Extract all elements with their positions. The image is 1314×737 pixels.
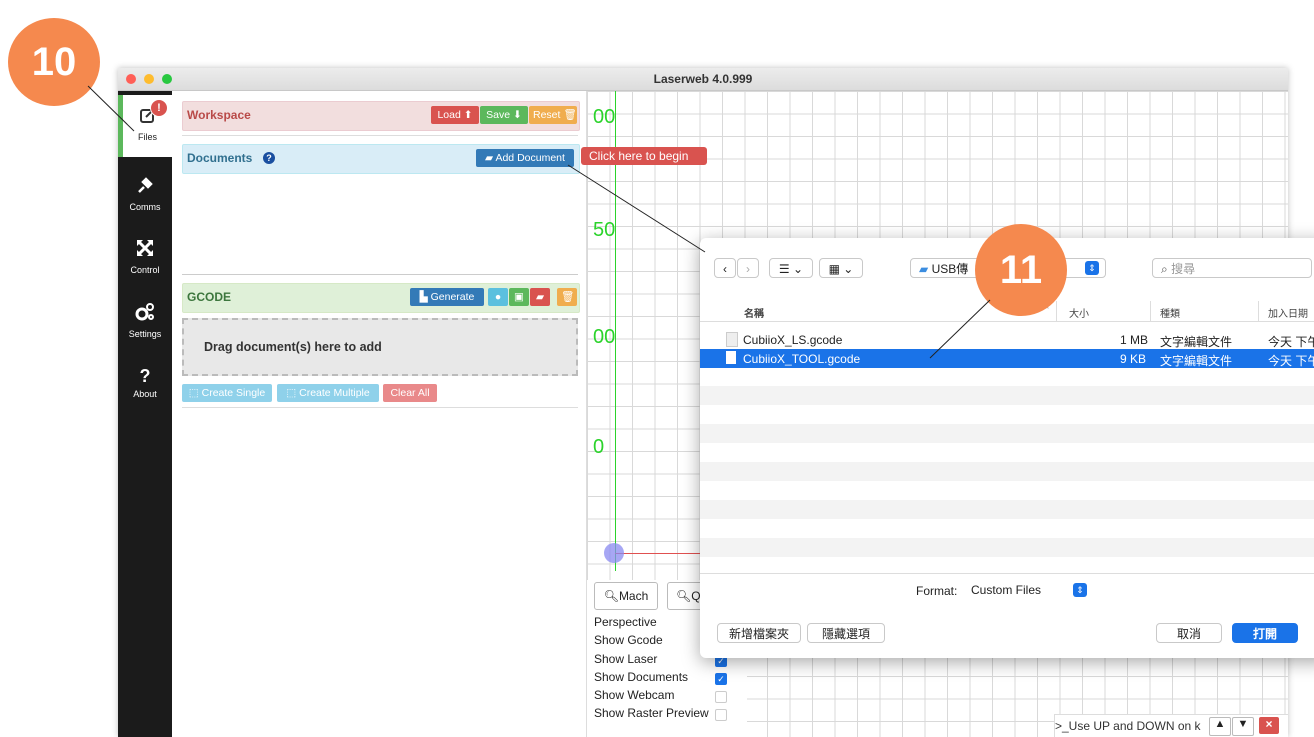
callout-connectors [87, 85, 991, 359]
connector-10-to-files [87, 85, 135, 132]
connector-11-to-file [929, 299, 991, 359]
connector-add-document-to-dialog [567, 164, 706, 253]
